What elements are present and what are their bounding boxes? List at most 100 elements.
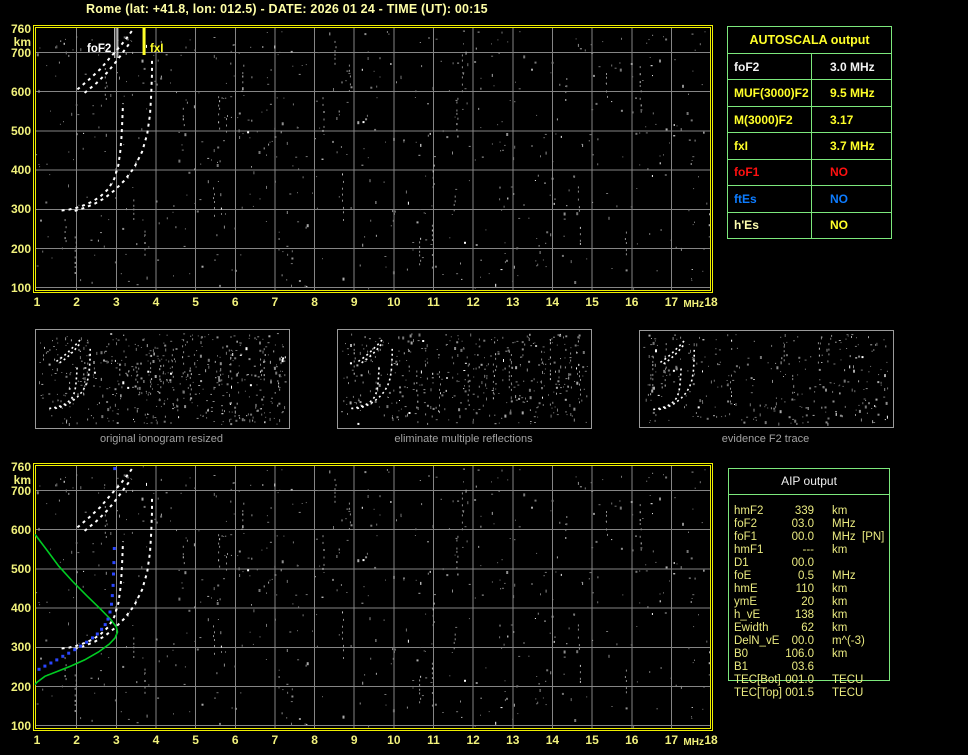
restored-trace-point (79, 644, 83, 648)
restored-trace-point (112, 572, 115, 576)
aip-row: D1 00.0 (728, 557, 890, 570)
restored-trace-point (112, 561, 116, 565)
autoscala-row-value: NO (830, 191, 848, 206)
thumbnail-echo-trace (361, 342, 384, 364)
aip-row-unit: MHz (832, 518, 856, 530)
x-tick-label: 11 (427, 295, 440, 309)
y-tick-label: 300 (10, 202, 31, 217)
restored-trace-point (61, 654, 65, 658)
x-tick-label: 6 (231, 733, 239, 747)
thumbnail-original-canvas (39, 333, 287, 426)
y-tick-label: 500 (10, 123, 31, 138)
restored-trace-point (55, 658, 59, 662)
plot-border-inner (35, 27, 711, 291)
y-tick-label: 400 (10, 601, 31, 616)
aip-row: foF2 03.0 MHz (728, 518, 890, 531)
aip-row-value: 00.0 (791, 531, 814, 543)
aip-row-label: B0 (734, 648, 749, 660)
autoscala-row-label: MUF(3000)F2 (728, 80, 812, 106)
aip-row-label: hmF2 (734, 505, 764, 517)
fxi-marker-label: fxI (150, 43, 163, 55)
autoscala-screen: Rome (lat: +41.8, lon: 012.5) - DATE: 20… (0, 0, 968, 755)
aip-row-value: 001.0 (785, 674, 814, 686)
page-title: Rome (lat: +41.8, lon: 012.5) - DATE: 20… (86, 2, 488, 16)
x-tick-label: 4 (152, 295, 160, 309)
x-tick-label: 9 (350, 733, 358, 747)
restored-trace-point (106, 617, 110, 621)
restored-trace-point (108, 610, 112, 614)
aip-row-value: 20 (801, 596, 814, 608)
x-tick-label: 15 (585, 295, 599, 309)
x-tick-label: 6 (231, 295, 239, 309)
x-axis-unit-label: MHz (683, 299, 704, 310)
x-tick-label: 17 (664, 295, 679, 309)
aip-row-value: 03.6 (791, 661, 814, 673)
aip-row-value: 62 (801, 622, 814, 634)
thumbnail-original-ionogram (35, 329, 290, 429)
aip-row: DelN_vE 00.0 m^(-3) (728, 635, 890, 648)
autoscala-row-value: 3.7 MHz (830, 138, 875, 153)
autoscala-row: M(3000)F2 3.17 (728, 106, 891, 134)
y-tick-label: 400 (10, 163, 31, 178)
x-tick-label: 13 (506, 733, 520, 747)
restored-trace-point (91, 636, 94, 640)
aip-table-header: AIP output (728, 468, 890, 495)
aip-row-value: 001.5 (785, 687, 814, 699)
restored-trace-point (110, 594, 114, 598)
autoscala-row: h'Es NO (728, 212, 891, 238)
thumbnail-echo-trace (663, 343, 686, 365)
x-tick-label: 16 (625, 295, 639, 309)
restored-trace-point (49, 661, 53, 665)
autoscala-row-label: ftEs (728, 186, 812, 212)
y-tick-label: 100 (10, 280, 31, 295)
restored-trace-point (37, 667, 41, 671)
thumbnail-eliminate-canvas (341, 333, 588, 425)
ionogram-bottom-canvas (33, 463, 713, 731)
autoscala-row-value: 3.17 (830, 112, 854, 127)
thumbnail-echo-trace (55, 337, 83, 363)
aip-row-value: 0.5 (798, 570, 814, 582)
y-tick-label: 760 (10, 22, 31, 36)
thumbnail-echo-trace (659, 338, 687, 364)
x-tick-label: 3 (112, 295, 120, 309)
x-tick-label: 14 (545, 733, 560, 747)
restored-trace-point (113, 467, 117, 471)
autoscala-row: foF1 NO (728, 159, 891, 187)
echo-trace (61, 103, 124, 212)
aip-row-label: ymE (734, 596, 757, 608)
aip-row-value: 138 (794, 609, 814, 621)
y-tick-label: 100 (10, 718, 31, 733)
aip-row-unit: km (832, 505, 848, 517)
autoscala-row-label: fxI (728, 133, 812, 159)
x-tick-label: 11 (427, 733, 440, 747)
echo-trace (83, 478, 133, 532)
autoscala-row-value: NO (830, 165, 848, 180)
aip-row-unit: MHz (832, 570, 856, 582)
x-tick-label: 7 (271, 733, 279, 747)
restored-trace-point (110, 602, 113, 606)
x-tick-label: 15 (585, 733, 599, 747)
x-tick-label: 10 (387, 295, 401, 309)
autoscala-row: ftEs NO (728, 186, 891, 213)
x-tick-label: 13 (506, 295, 520, 309)
ionogram-top-plot: foF2 fxI (33, 25, 713, 293)
aip-row-note: [PN] (862, 531, 885, 543)
autoscala-row: fxI 3.7 MHz (728, 133, 891, 160)
x-tick-label: 8 (311, 295, 318, 309)
aip-row-value: 110 (795, 583, 814, 595)
restored-trace-point (73, 648, 77, 652)
x-tick-label: 7 (271, 295, 279, 309)
aip-row-label: foF1 (734, 531, 758, 543)
autoscala-row-label: M(3000)F2 (728, 106, 812, 133)
restored-trace-point (85, 640, 89, 644)
echo-trace (74, 57, 153, 212)
x-tick-label: 2 (73, 295, 80, 309)
aip-row-unit: TECU (832, 687, 864, 699)
aip-row: hmE 110 km (728, 583, 890, 596)
plot-border-inner (35, 465, 711, 729)
y-tick-label: 200 (10, 679, 31, 694)
restored-trace-point (103, 623, 107, 627)
y-tick-label: 760 (10, 460, 31, 474)
x-axis-unit-label: MHz (683, 737, 704, 748)
aip-row: ymE 20 km (728, 596, 890, 609)
